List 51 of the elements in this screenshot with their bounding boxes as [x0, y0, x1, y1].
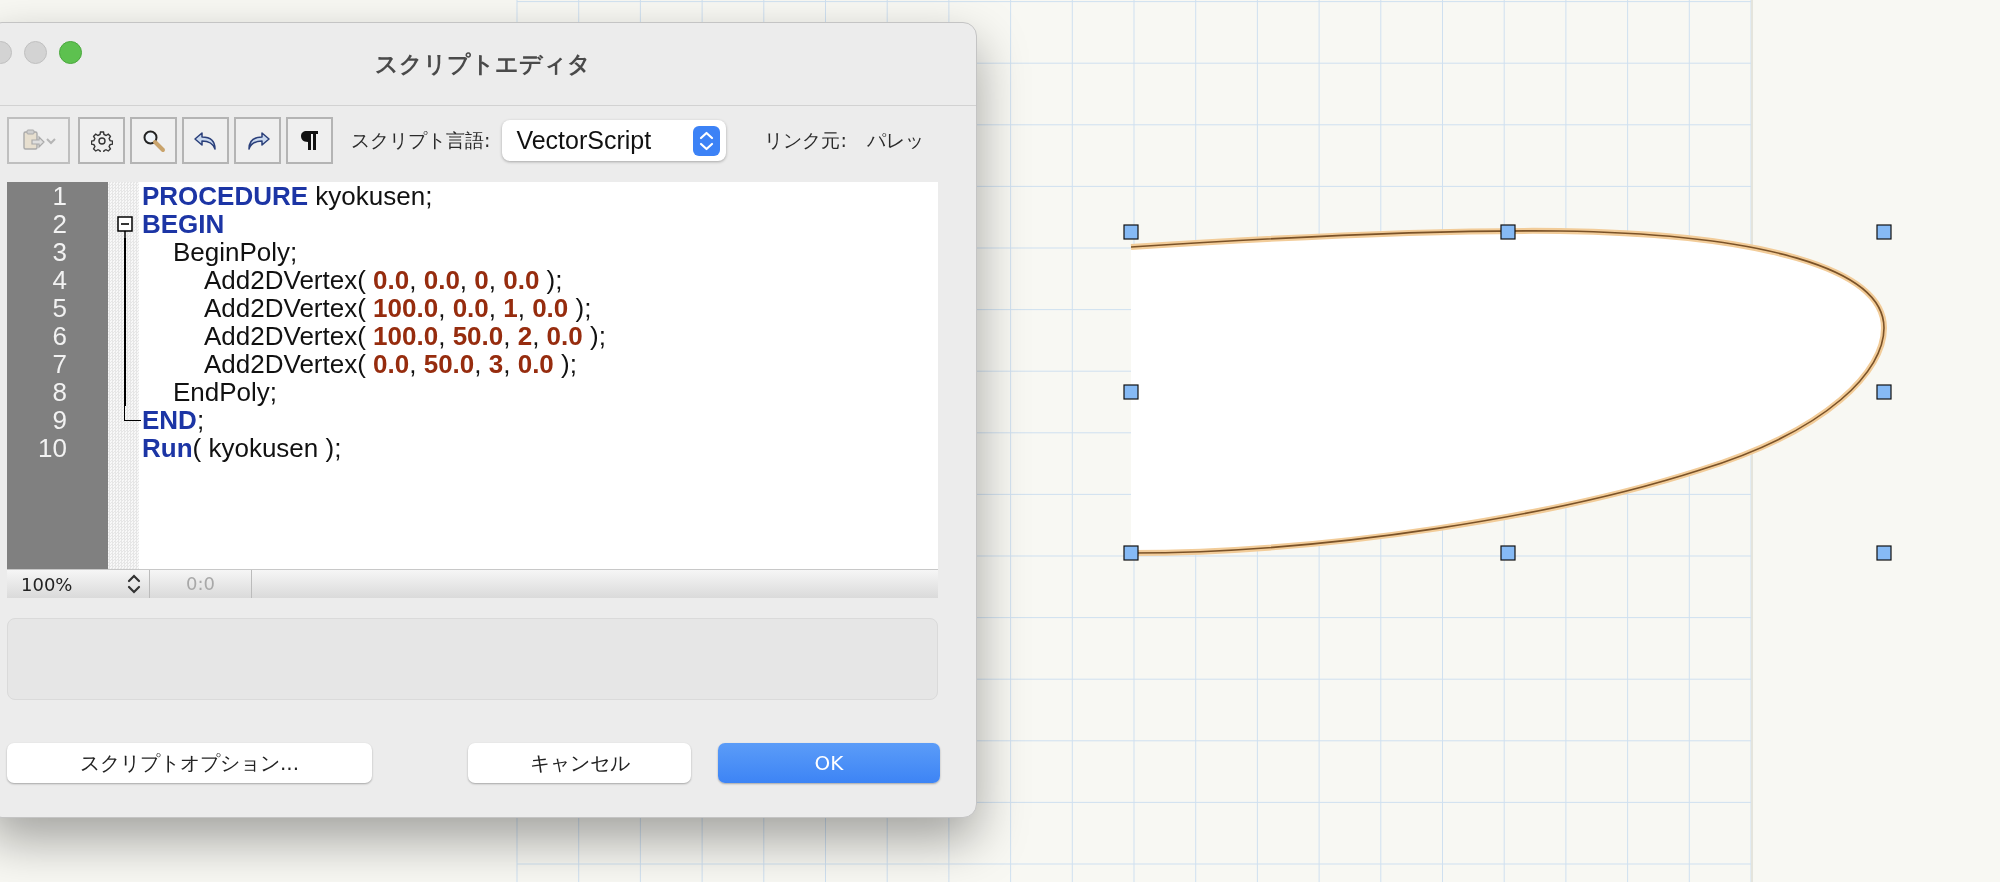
script-language-label: スクリプト言語: [351, 127, 491, 153]
line-number: 10 [37, 434, 67, 462]
selection-handle[interactable] [1500, 224, 1516, 240]
code-line: EndPoly; [173, 377, 278, 407]
cursor-position: 0:0 [150, 570, 252, 598]
code-line: PROCEDURE kyokusen; [142, 181, 433, 211]
pilcrow-button[interactable] [286, 117, 333, 164]
code-line: BeginPoly; [173, 237, 298, 267]
clipboard-icon [21, 128, 56, 153]
pilcrow-icon [299, 128, 320, 153]
code-editor[interactable] [7, 182, 938, 569]
updown-chevron-icon [693, 125, 721, 156]
zoom-stepper[interactable]: 100% [7, 570, 150, 598]
search-icon [141, 128, 166, 153]
redo-button[interactable] [234, 117, 281, 164]
line-number: 4 [51, 266, 67, 294]
selection-handle[interactable] [1123, 545, 1139, 561]
search-button[interactable] [130, 117, 177, 164]
zoom-button[interactable] [59, 41, 82, 64]
settings-icon [90, 129, 113, 152]
window-title: スクリプトエディタ [374, 49, 591, 79]
line-number: 5 [51, 294, 67, 322]
line-number: 2 [51, 210, 67, 238]
code-line: END; [142, 405, 205, 435]
link-source-value: パレッ [866, 127, 924, 153]
updown-chevron-icon [127, 572, 141, 596]
selection-handle[interactable] [1876, 224, 1892, 240]
line-number: 9 [51, 406, 67, 434]
selection-handle[interactable] [1500, 545, 1516, 561]
settings-button[interactable] [78, 117, 125, 164]
script-language-dropdown[interactable]: VectorScript [502, 120, 727, 161]
line-number: 7 [51, 350, 67, 378]
dialog-button[interactable]: キャンセル [468, 743, 691, 783]
code-line: Add2DVertex( 0.0, 50.0, 3, 0.0 ); [204, 349, 577, 379]
code-line: Run( kyokusen ); [142, 433, 342, 463]
undo-button[interactable] [182, 117, 229, 164]
undo-icon [192, 129, 219, 152]
code-line: Add2DVertex( 100.0, 0.0, 1, 0.0 ); [204, 293, 592, 323]
selection-handle[interactable] [1123, 224, 1139, 240]
code-line: Add2DVertex( 0.0, 0.0, 0, 0.0 ); [204, 265, 563, 295]
selection-handle[interactable] [1123, 384, 1139, 400]
link-source-label: リンク元: [764, 127, 847, 153]
dialog-button[interactable]: スクリプトオプション... [7, 743, 372, 783]
line-number: 6 [51, 322, 67, 350]
line-number: 3 [51, 238, 67, 266]
line-number: 1 [51, 182, 67, 210]
code-line: Add2DVertex( 100.0, 50.0, 2, 0.0 ); [204, 321, 606, 351]
selection-handle[interactable] [1876, 384, 1892, 400]
line-number: 8 [51, 378, 67, 406]
code-line: BEGIN [142, 209, 225, 239]
selection-handle[interactable] [1876, 545, 1892, 561]
